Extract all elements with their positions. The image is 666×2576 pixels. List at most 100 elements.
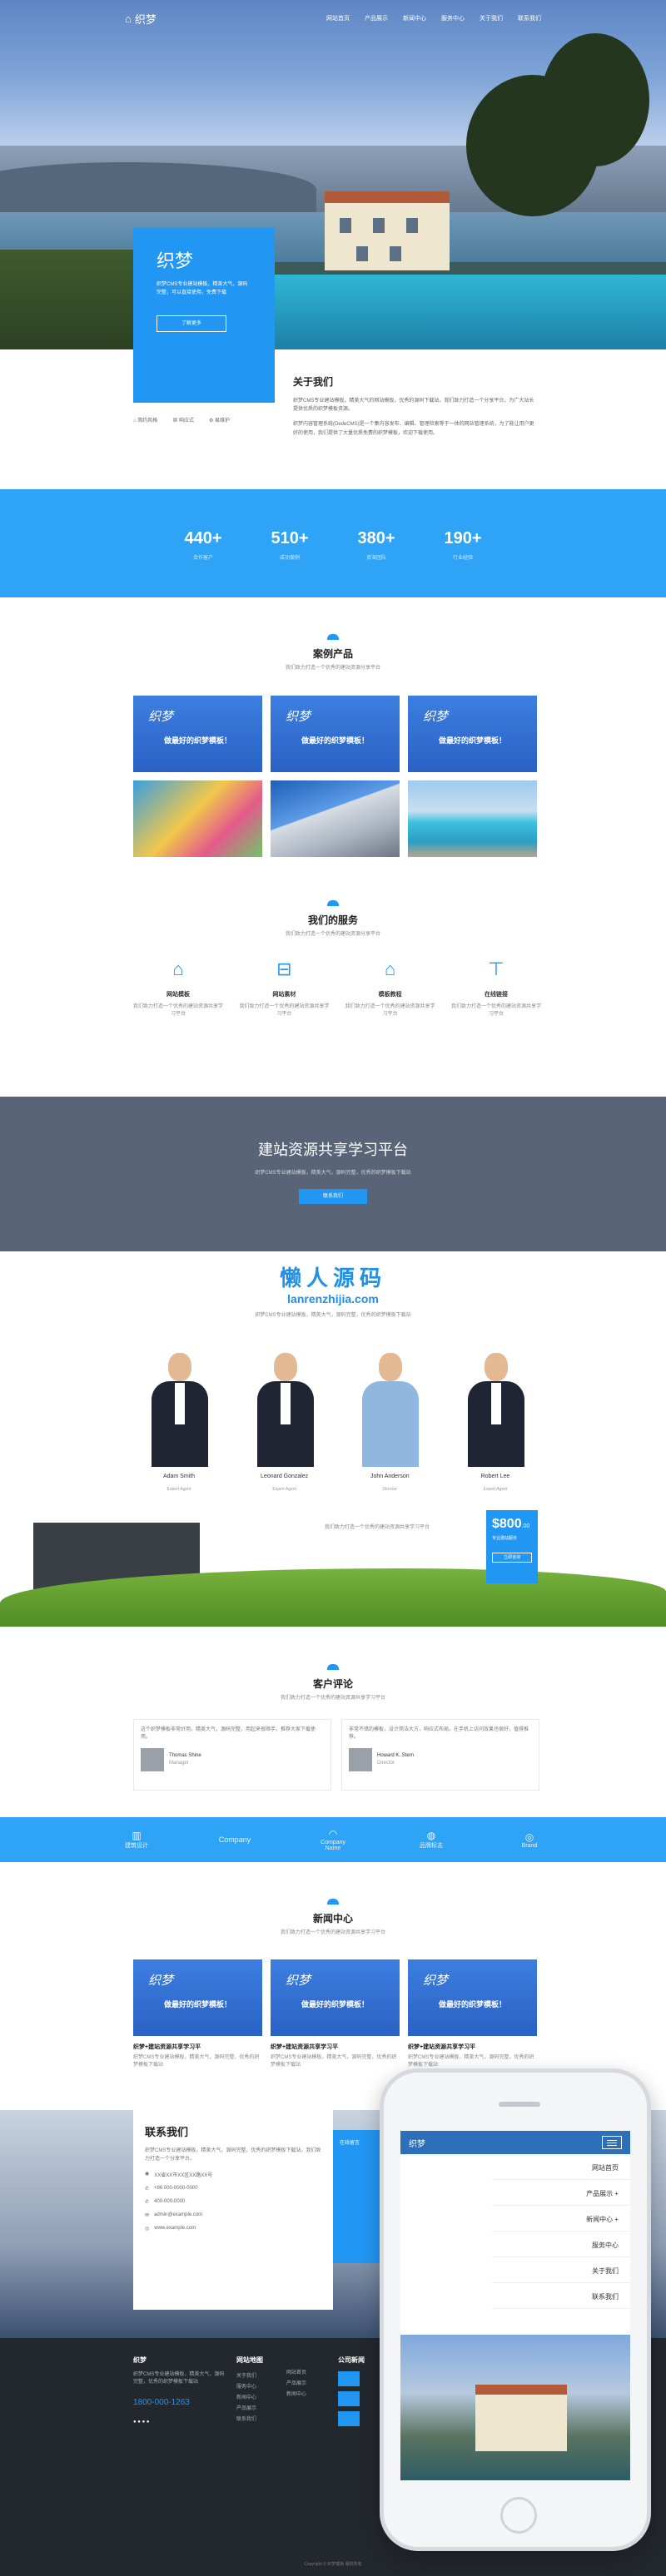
about-paragraph: 织梦CMS专业建站模板，精美大气的网站模板，优秀的源码下载站，我们致力打造一个分… (293, 399, 534, 413)
section-title: 案例产品 (312, 648, 353, 660)
consult-button[interactable]: 立即咨询 (492, 1553, 532, 1563)
cta-band: 建站资源共享学习平台 织梦CMS专业建站模板，精美大气，源码完整，优秀的织梦模板… (0, 1097, 666, 1251)
hero-villa (325, 191, 450, 270)
contact-row: ◉ XX省XX市XX区XX路XX号 (145, 2172, 213, 2179)
nav-item[interactable]: 网站首页 (326, 14, 350, 22)
about-title: 关于我们 (293, 376, 334, 388)
footer-link[interactable]: 产品展示 (286, 2379, 336, 2390)
service-item[interactable]: ⊤ 在线链接 我们致力打造一个优秀的建站资源共享学习平台 (451, 959, 541, 1018)
footer-link[interactable]: 新闻中心 (236, 2393, 286, 2404)
contact-row: ◎ www.example.com (145, 2226, 196, 2232)
nav-item[interactable]: 新闻中心 (403, 14, 426, 22)
home-button[interactable] (500, 2497, 537, 2534)
case-photo[interactable] (408, 780, 537, 857)
footer-link[interactable]: 关于我们 (236, 2371, 286, 2382)
news-heading: 新闻中心 我们致力打造一个优秀的建站资源共享学习平台 (0, 1894, 666, 1935)
case-card[interactable]: 织梦 做最好的织梦模板！ (271, 696, 400, 772)
partner-logo[interactable]: ◠ Company Name (313, 1828, 353, 1851)
cases-heading: 案例产品 我们致力打造一个优秀的建站资源分享平台 (0, 629, 666, 671)
wrench-icon: ⚙ (209, 419, 216, 424)
news-card[interactable]: 织梦 做最好的织梦模板！ 织梦+建站资源共享学习平 织梦CMS专业建站模板，精美大气，… (408, 1959, 537, 2069)
nav-item[interactable]: 关于我们 (480, 14, 503, 22)
mobile-menu-item[interactable]: 服务中心 (492, 2232, 630, 2257)
team-member[interactable]: John Anderson Director (352, 1346, 427, 1494)
case-card[interactable]: 织梦 做最好的织梦模板！ (408, 696, 537, 772)
team-subtitle: 织梦CMS专业建站模板，精美大气，源码完整，优秀的织梦模板下载站 (255, 1313, 411, 1318)
feature-item: ▦ 响应式 (172, 419, 194, 424)
services-list: ⌂ 网站模板 我们致力打造一个优秀的建站资源共享学习平台 ⊟ 网站素材 我们致力打造一个… (133, 959, 541, 1018)
signboard-icon: ⊟ (276, 959, 292, 979)
partner-logo[interactable]: Company (215, 1835, 255, 1844)
hero-card-text: 织梦CMS专业建站模板，精美大气，源码完整，可以直接使用，免费下载 (157, 282, 248, 295)
price-box: $800.00 专业建站服务 立即咨询 (486, 1510, 538, 1583)
mobile-menu-item[interactable]: 产品展示 + (492, 2180, 630, 2206)
service-item[interactable]: ⌂ 网站模板 我们致力打造一个优秀的建站资源共享学习平台 (133, 959, 223, 1018)
team-member[interactable]: Leonard Gonzalez Expert Agent (247, 1346, 322, 1494)
section-subtitle: 我们致力打造一个优秀的建站资源共享学习平台 (280, 1696, 385, 1701)
stat-item: 510+ 成功案例 (271, 529, 309, 561)
feature-item: ⚙ 易维护 (209, 419, 231, 424)
logo-icon: ⌂ (125, 12, 132, 25)
nav-item[interactable]: 产品展示 (365, 14, 388, 22)
footer-link[interactable]: 产品展示 (236, 2404, 286, 2415)
about-paragraph: 织梦内容管理系统(DedeCMS)是一个集内容发布、编辑、管理检索等于一体的网站… (293, 422, 534, 436)
contact-row: ✉ admin@example.com (145, 2212, 203, 2219)
copyright: Copyright © 织梦模板 版权所有 (304, 2562, 362, 2567)
case-photo[interactable] (271, 780, 400, 857)
mobile-navbar: 织梦 (400, 2131, 630, 2154)
mobile-logo[interactable]: 织梦 (409, 2137, 425, 2149)
footer-link[interactable]: 联系我们 (236, 2415, 286, 2425)
team-member[interactable]: Adam Smith Expert Agent (142, 1346, 216, 1494)
section-subtitle: 我们致力打造一个优秀的建站资源分享平台 (285, 932, 380, 937)
section-icon (327, 634, 339, 640)
footer-link[interactable]: 服务中心 (236, 2382, 286, 2393)
hamburger-menu-icon[interactable] (602, 2136, 622, 2149)
stat-item: 440+ 合作客户 (184, 529, 222, 561)
review-card: 非常不错的模板，设计简洁大方，响应式布局，在手机上访问效果也很好，值得推荐。 H… (341, 1719, 539, 1791)
learn-more-button[interactable]: 了解更多 (157, 315, 226, 333)
footer-link[interactable]: 新闻中心 (286, 2390, 336, 2400)
mail-icon: ✉ (145, 2213, 150, 2219)
service-item[interactable]: ⌂ 模板教程 我们致力打造一个优秀的建站资源共享学习平台 (345, 959, 435, 1018)
mobile-menu-item[interactable]: 新闻中心 + (492, 2206, 630, 2232)
promo-text: 我们致力打造一个优秀的建站资源共享学习平台 (325, 1525, 430, 1530)
hero-banner: ⌂ 织梦 网站首页 产品展示 新闻中心 服务中心 关于我们 联系我们 (0, 0, 666, 349)
site-logo[interactable]: ⌂ 织梦 (125, 11, 157, 27)
team-member[interactable]: Robert Lee Expert Agent (458, 1346, 533, 1494)
partner-logo[interactable]: ◎ Brand (509, 1831, 549, 1849)
footer-phone: 1800-000-1263 (133, 2397, 190, 2407)
partner-logo[interactable]: ▥ 建筑设计 (117, 1830, 157, 1850)
nav-item[interactable]: 服务中心 (441, 14, 465, 22)
news-card[interactable]: 织梦 做最好的织梦模板！ 织梦+建站资源共享学习平 织梦CMS专业建站模板，精美大气，… (271, 1959, 400, 2069)
stat-item: 380+ 资深团队 (357, 529, 395, 561)
section-icon (327, 1664, 339, 1670)
house-icon: ⌂ (172, 959, 184, 979)
about-section: 关于我们 织梦CMS专业建站模板，精美大气的网站模板，优秀的源码下载站，我们致力… (293, 374, 536, 444)
contact-button[interactable]: 联系我们 (299, 1189, 367, 1204)
mobile-menu-item[interactable]: 关于我们 (492, 2257, 630, 2283)
cases-grid: 织梦 做最好的织梦模板！ 织梦 做最好的织梦模板！ 织梦 做最好的织梦模板！ (133, 696, 541, 857)
mobile-menu-item[interactable]: 网站首页 (492, 2154, 630, 2180)
band-text: 织梦CMS专业建站模板，精美大气，源码完整，优秀的织梦模板下载站 (255, 1171, 411, 1176)
partner-logos: ▥ 建筑设计 Company ◠ Company Name ◍ 品牌标志 ◎ Brand (0, 1817, 666, 1862)
feature-list: ⌂ 简约风格 ▦ 响应式 ⚙ 易维护 (133, 416, 230, 424)
news-card[interactable]: 织梦 做最好的织梦模板！ 织梦+建站资源共享学习平 织梦CMS专业建站模板，精美大气，… (133, 1959, 262, 2069)
news-grid: 织梦 做最好的织梦模板！ 织梦+建站资源共享学习平 织梦CMS专业建站模板，精美大气，… (133, 1959, 541, 2069)
case-card[interactable]: 织梦 做最好的织梦模板！ (133, 696, 262, 772)
phone-icon: ✆ (145, 2200, 150, 2206)
partner-logo[interactable]: ◍ 品牌标志 (411, 1830, 451, 1850)
band-title: 建站资源共享学习平台 (258, 1142, 408, 1158)
service-item[interactable]: ⊟ 网站素材 我们致力打造一个优秀的建站资源共享学习平台 (239, 959, 329, 1018)
footer-link[interactable]: 网站首页 (286, 2368, 336, 2379)
contact-row: ✆ 400-000-0000 (145, 2199, 186, 2206)
case-photo[interactable] (133, 780, 262, 857)
nav-item[interactable]: 联系我们 (518, 14, 541, 22)
social-icons[interactable]: ● ● ● ● (133, 2417, 225, 2428)
mobile-menu-item[interactable]: 联系我们 (492, 2283, 630, 2309)
avatar (141, 1748, 164, 1771)
contact-text: 织梦CMS专业建站模板，精美大气，源码完整，优秀的织梦模板下载站，我们致力打造一… (145, 2148, 321, 2162)
footer-news: 公司新闻 (338, 2353, 376, 2426)
hero-pool (275, 275, 666, 349)
mobile-screen: 织梦 网站首页 产品展示 + 新闻中心 + 服务中心 关于我们 联系我们 (400, 2131, 630, 2480)
section-icon (327, 900, 339, 906)
